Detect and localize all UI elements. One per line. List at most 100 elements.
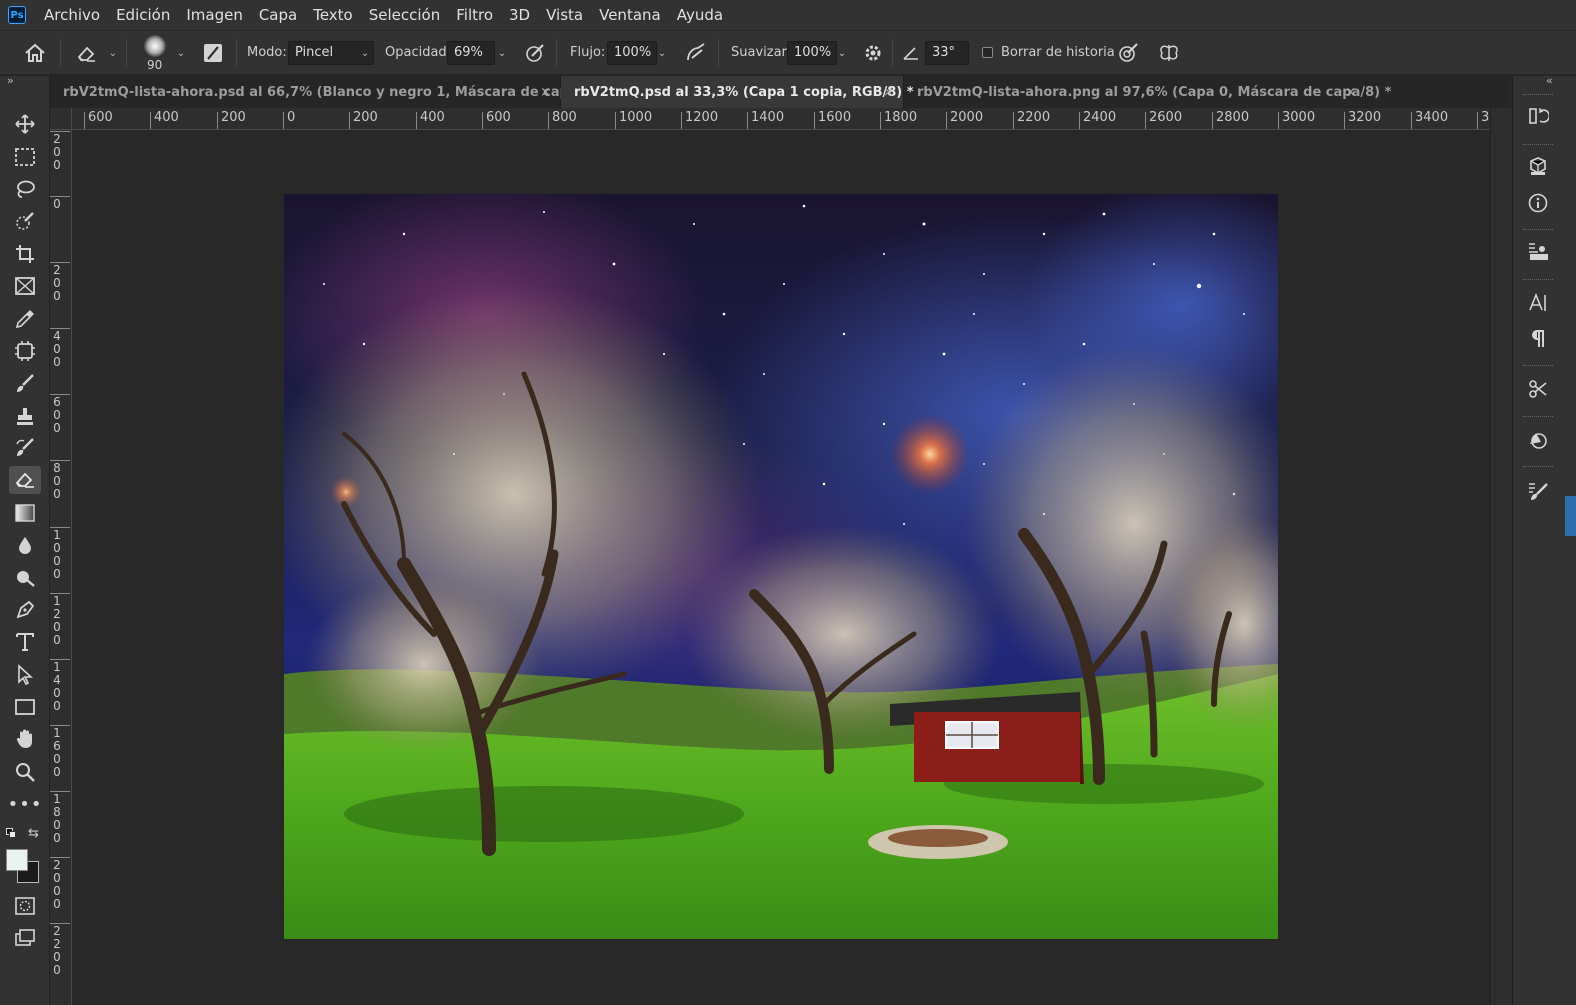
marquee-tool-icon[interactable] — [9, 143, 41, 171]
swap-colors-icon[interactable]: ⇆ — [28, 826, 39, 841]
flow-input[interactable]: 100% — [607, 41, 657, 65]
menu-ventana[interactable]: Ventana — [591, 0, 669, 30]
character-styles-panel-icon[interactable] — [1521, 236, 1555, 266]
ruler-label: 0 — [50, 196, 70, 211]
document-canvas[interactable] — [284, 194, 1278, 939]
opacity-dropdown-icon[interactable]: ⌄ — [493, 41, 511, 65]
collapse-toolbar-icon[interactable]: » — [7, 74, 14, 87]
angle-input[interactable]: 33° — [925, 41, 969, 65]
menu-bar: Ps Archivo Edición Imagen Capa Texto Sel… — [0, 0, 1576, 30]
pressure-size-icon[interactable] — [1115, 40, 1141, 66]
close-tab-icon[interactable]: × — [1345, 85, 1356, 100]
erase-history-checkbox[interactable] — [982, 47, 993, 58]
home-icon[interactable] — [22, 40, 48, 66]
tools-panel-icon[interactable] — [1521, 374, 1555, 404]
ruler-label: 0 — [283, 111, 295, 129]
tab-document-3[interactable]: rbV2tmQ-lista-ahora.png al 97,6% (Capa 0… — [904, 76, 1391, 108]
ruler-label: 2600 — [1145, 111, 1182, 129]
path-selection-tool-icon[interactable] — [9, 661, 41, 689]
menu-edicion[interactable]: Edición — [108, 0, 178, 30]
info-panel-icon[interactable] — [1521, 188, 1555, 218]
quick-mask-icon[interactable] — [9, 892, 41, 920]
blur-tool-icon[interactable] — [9, 531, 41, 559]
history-panel-icon[interactable] — [1521, 101, 1555, 131]
default-colors-icon[interactable] — [6, 828, 16, 838]
type-tool-icon[interactable] — [9, 628, 41, 656]
menu-filtro[interactable]: Filtro — [448, 0, 501, 30]
pen-tool-icon[interactable] — [9, 596, 41, 624]
symmetry-icon[interactable] — [1156, 40, 1182, 66]
menu-archivo[interactable]: Archivo — [36, 0, 108, 30]
hand-tool-icon[interactable] — [9, 725, 41, 753]
screen-mode-icon[interactable] — [9, 924, 41, 952]
move-tool-icon[interactable] — [9, 110, 41, 138]
smoothing-input[interactable]: 100% — [787, 41, 837, 65]
airbrush-icon[interactable] — [683, 40, 709, 66]
gradient-tool-icon[interactable] — [9, 499, 41, 527]
paragraph-panel-icon[interactable] — [1521, 324, 1555, 354]
dodge-tool-icon[interactable] — [9, 564, 41, 592]
tab-document-1[interactable]: rbV2tmQ-lista-ahora.psd al 66,7% (Blanco… — [50, 76, 597, 108]
close-tab-icon[interactable]: × — [883, 85, 894, 100]
photoshop-logo[interactable]: Ps — [8, 6, 26, 24]
foreground-color-swatch[interactable] — [6, 849, 28, 871]
quick-selection-tool-icon[interactable] — [9, 207, 41, 235]
mode-dropdown-icon[interactable]: ⌄ — [356, 41, 374, 65]
ruler-label: 1400 — [50, 659, 70, 713]
more-tools-icon[interactable]: ••• — [8, 790, 42, 818]
collapse-panels-icon[interactable]: « — [1546, 74, 1553, 87]
patch-tool-icon[interactable] — [9, 337, 41, 365]
ruler-label: 1800 — [880, 111, 917, 129]
canvas-workspace[interactable] — [72, 130, 1490, 1005]
ruler-label: 1400 — [747, 111, 784, 129]
history-brush-tool-icon[interactable] — [9, 434, 41, 462]
lasso-tool-icon[interactable] — [9, 175, 41, 203]
zoom-tool-icon[interactable] — [9, 758, 41, 786]
tab-document-2[interactable]: rbV2tmQ.psd al 33,3% (Capa 1 copia, RGB/… — [561, 76, 914, 108]
ruler-label: 800 — [50, 460, 70, 501]
rectangle-tool-icon[interactable] — [9, 693, 41, 721]
options-bar: ⌄ 90 ⌄ Modo: Pincel ⌄ Opacidad: 69% ⌄ Fl… — [0, 30, 1576, 75]
tools-panel: » ••• ⇆ — [0, 74, 50, 1005]
eraser-tool-icon[interactable] — [9, 466, 41, 494]
brush-size-label: 90 — [147, 58, 163, 72]
3d-panel-icon[interactable] — [1521, 151, 1555, 181]
flow-dropdown-icon[interactable]: ⌄ — [653, 41, 671, 65]
menu-ayuda[interactable]: Ayuda — [669, 0, 731, 30]
shapes-panel-icon[interactable] — [1521, 425, 1555, 455]
ruler-label: 2200 — [50, 923, 70, 977]
horizontal-ruler[interactable]: 600 400 200 0 200 400 600 800 1000 1200 … — [72, 108, 1490, 130]
crop-tool-icon[interactable] — [9, 240, 41, 268]
brush-preview-icon[interactable] — [144, 35, 166, 57]
tool-preset-dropdown[interactable]: ⌄ — [104, 41, 122, 65]
close-tab-icon[interactable]: × — [540, 85, 551, 100]
brush-settings-panel-icon[interactable] — [1521, 476, 1555, 506]
gear-icon[interactable] — [860, 40, 886, 66]
eyedropper-tool-icon[interactable] — [9, 305, 41, 333]
brush-tool-icon[interactable] — [9, 370, 41, 398]
vertical-scrollbar[interactable] — [1490, 108, 1512, 1005]
menu-texto[interactable]: Texto — [305, 0, 361, 30]
ruler-label: 3400 — [1411, 111, 1448, 129]
menu-seleccion[interactable]: Selección — [361, 0, 449, 30]
stamp-tool-icon[interactable] — [9, 402, 41, 430]
smoothing-dropdown-icon[interactable]: ⌄ — [833, 41, 851, 65]
character-panel-icon[interactable] — [1521, 288, 1555, 318]
menu-imagen[interactable]: Imagen — [178, 0, 250, 30]
brush-picker-dropdown[interactable]: ⌄ — [172, 41, 190, 65]
eraser-tool-icon[interactable] — [74, 40, 100, 66]
tab-title: rbV2tmQ-lista-ahora.psd al 66,7% (Blanco… — [63, 84, 598, 100]
opacity-input[interactable]: 69% — [447, 41, 495, 65]
brush-settings-toggle-icon[interactable] — [200, 40, 226, 66]
pressure-opacity-icon[interactable] — [522, 40, 548, 66]
menu-vista[interactable]: Vista — [538, 0, 591, 30]
menu-capa[interactable]: Capa — [251, 0, 305, 30]
ruler-origin[interactable] — [50, 108, 72, 130]
frame-tool-icon[interactable] — [9, 272, 41, 300]
ruler-label: 2800 — [1212, 111, 1249, 129]
flow-label: Flujo: — [570, 45, 606, 60]
ruler-label: 400 — [416, 111, 445, 129]
vertical-ruler[interactable]: 200 0 200 400 600 800 1000 1200 1400 160… — [50, 130, 72, 1005]
menu-3d[interactable]: 3D — [501, 0, 538, 30]
ruler-label: 1000 — [615, 111, 652, 129]
